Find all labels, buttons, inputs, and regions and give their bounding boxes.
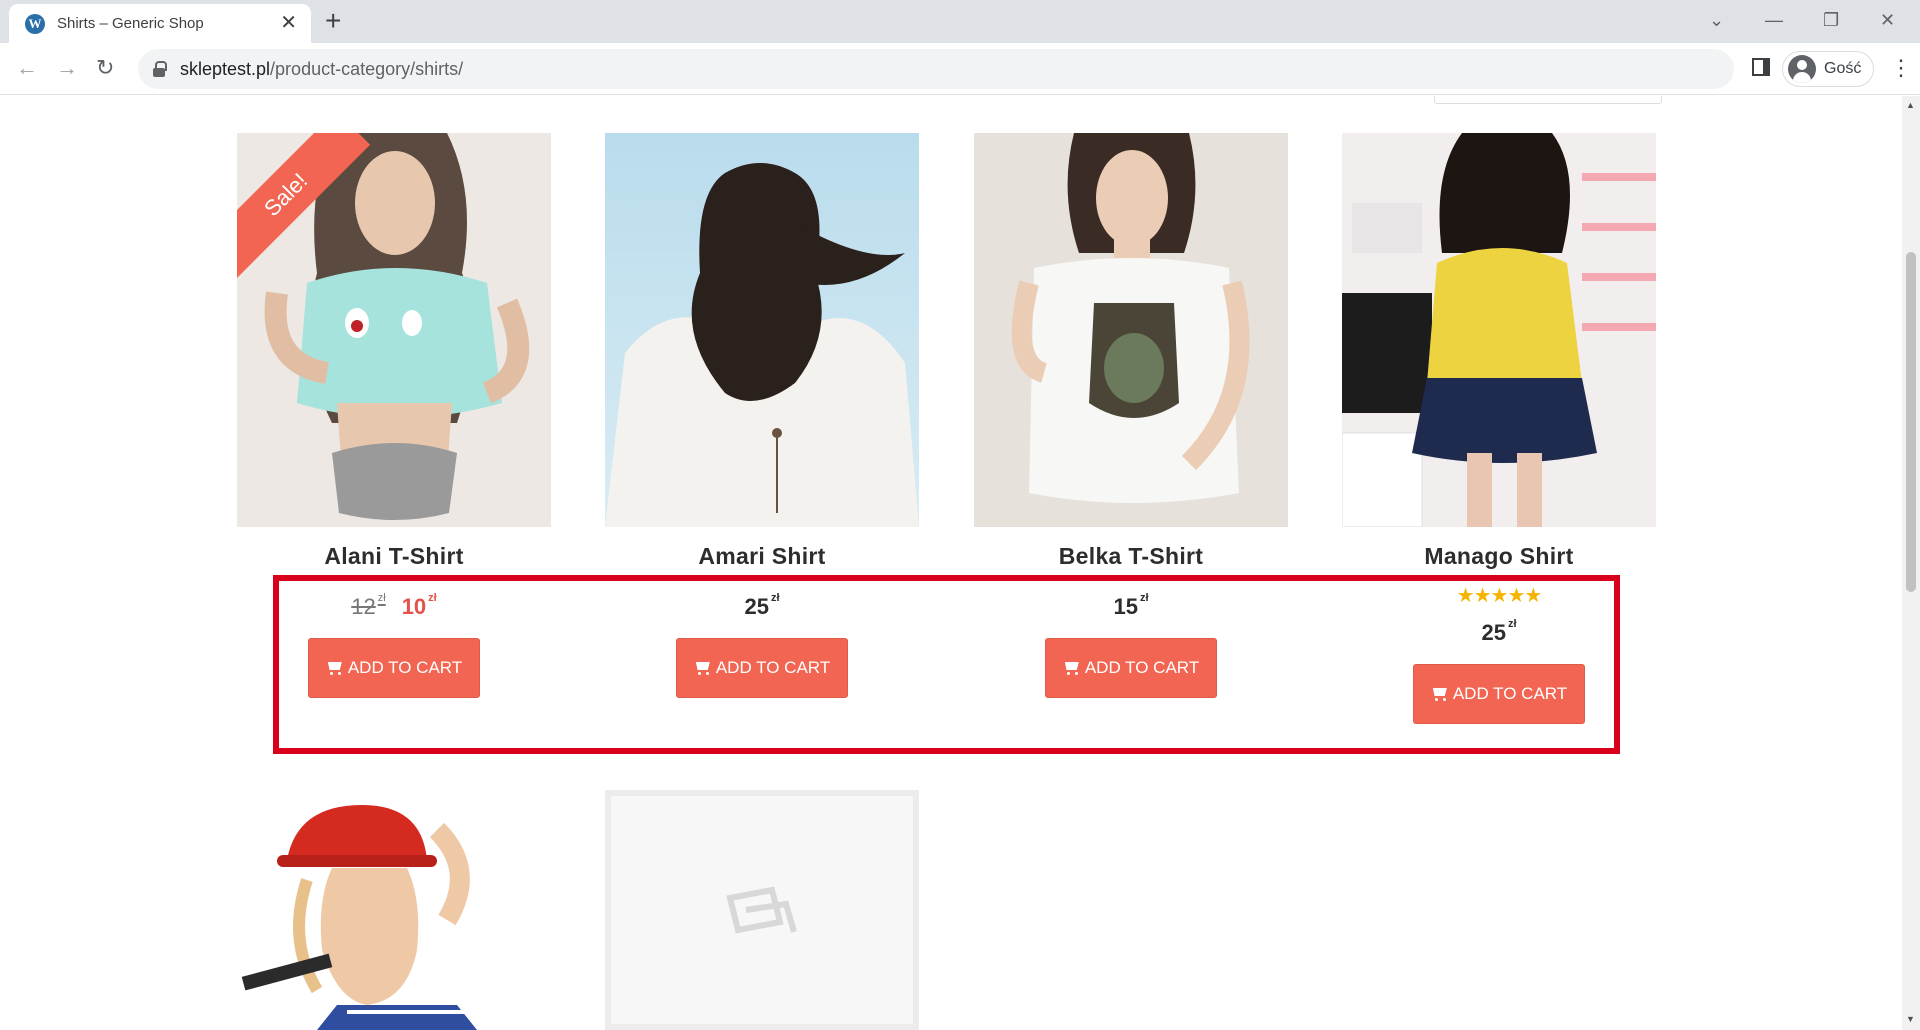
close-tab-icon[interactable]: ✕ bbox=[280, 13, 297, 33]
product-image[interactable] bbox=[974, 133, 1288, 527]
image-placeholder-icon bbox=[726, 886, 797, 934]
page-scrollbar[interactable]: ▲ ▼ bbox=[1902, 96, 1920, 1030]
reload-icon[interactable]: ↻ bbox=[96, 53, 114, 83]
browser-toolbar: ← → ↻ skleptest.pl/product-category/shir… bbox=[0, 43, 1920, 95]
scroll-up-icon[interactable]: ▲ bbox=[1906, 100, 1915, 110]
minimize-icon[interactable]: — bbox=[1765, 5, 1783, 35]
forward-icon[interactable]: → bbox=[56, 53, 78, 83]
product-image[interactable] bbox=[1342, 133, 1656, 527]
tab-title: Shirts – Generic Shop bbox=[57, 15, 204, 32]
restore-icon[interactable]: ❐ bbox=[1823, 5, 1839, 35]
menu-icon[interactable]: ⋮ bbox=[1890, 55, 1912, 81]
new-tab-icon[interactable]: + bbox=[325, 6, 341, 36]
product-title[interactable]: Amari Shirt bbox=[605, 543, 919, 570]
page-content: Sale! Alani T-Shirt 12 zł 10 zł ADD TO CART bbox=[0, 96, 1902, 1030]
profile-name: Gość bbox=[1824, 60, 1862, 77]
sort-select[interactable] bbox=[1434, 96, 1662, 104]
wordpress-icon: W bbox=[25, 13, 45, 34]
lock-icon[interactable] bbox=[152, 61, 167, 77]
browser-tab[interactable]: W Shirts – Generic Shop ✕ bbox=[9, 4, 311, 43]
product-title[interactable]: Belka T-Shirt bbox=[974, 543, 1288, 570]
product-image[interactable]: Sale! bbox=[237, 133, 551, 527]
side-panel-icon[interactable] bbox=[1752, 58, 1770, 76]
scroll-down-icon[interactable]: ▼ bbox=[1906, 1014, 1915, 1024]
tab-strip: W Shirts – Generic Shop ✕ + ⌄ — ❐ ✕ bbox=[0, 0, 1920, 43]
address-bar[interactable]: skleptest.pl/product-category/shirts/ bbox=[138, 49, 1734, 89]
product-title[interactable]: Manago Shirt bbox=[1342, 543, 1656, 570]
back-icon[interactable]: ← bbox=[16, 53, 38, 83]
close-window-icon[interactable]: ✕ bbox=[1880, 5, 1895, 35]
product-card bbox=[237, 790, 551, 1030]
placeholder-image[interactable] bbox=[605, 790, 919, 1030]
product-image[interactable] bbox=[237, 790, 551, 1030]
scroll-thumb[interactable] bbox=[1906, 252, 1916, 592]
tab-search-icon[interactable]: ⌄ bbox=[1709, 5, 1724, 35]
avatar-icon bbox=[1788, 55, 1816, 83]
product-image[interactable] bbox=[605, 133, 919, 527]
product-title[interactable]: Alani T-Shirt bbox=[237, 543, 551, 570]
highlight-box bbox=[273, 575, 1620, 754]
profile-button[interactable]: Gość bbox=[1782, 51, 1875, 87]
url-text[interactable]: skleptest.pl/product-category/shirts/ bbox=[180, 59, 463, 80]
product-card bbox=[605, 790, 919, 1030]
